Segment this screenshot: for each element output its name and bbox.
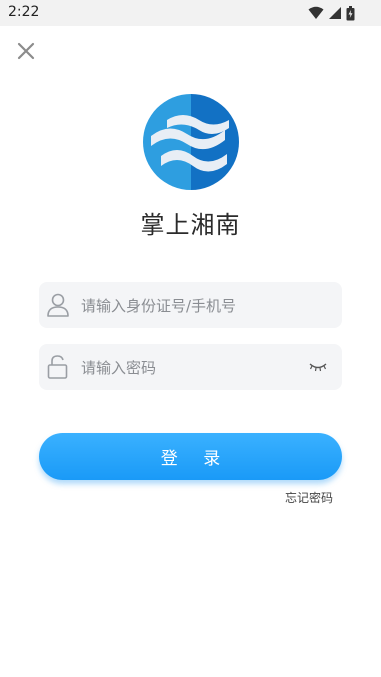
account-field[interactable] (39, 282, 342, 330)
status-icons (308, 5, 355, 21)
login-button[interactable]: 登 录 (39, 433, 342, 480)
wifi-icon (308, 6, 324, 19)
user-icon (47, 293, 69, 317)
password-input[interactable] (79, 344, 323, 392)
app-name: 掌上湘南 (140, 211, 241, 239)
signal-icon (329, 7, 341, 19)
status-time: 2:22 (8, 4, 40, 20)
account-input[interactable] (79, 282, 323, 330)
lock-icon (47, 355, 68, 379)
eye-closed-icon[interactable] (308, 360, 328, 374)
status-bar: 2:22 (0, 0, 381, 26)
close-icon (17, 42, 35, 60)
app-logo (143, 94, 239, 190)
battery-icon (346, 5, 355, 20)
forgot-password-link[interactable]: 忘记密码 (285, 489, 333, 506)
password-field[interactable] (39, 344, 342, 392)
close-button[interactable] (15, 40, 37, 62)
